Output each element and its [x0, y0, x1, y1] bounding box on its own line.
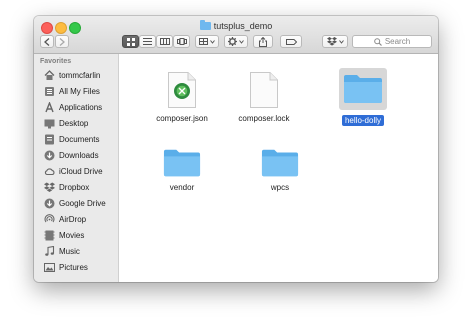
sidebar-item-downloads[interactable]: Downloads [44, 148, 118, 162]
dropbox-icon [44, 182, 55, 192]
folder-icon [344, 75, 382, 103]
window-title-text: tutsplus_demo [213, 21, 273, 31]
sidebar-item-label: All My Files [59, 86, 100, 96]
action-button[interactable] [224, 35, 248, 48]
airdrop-icon [44, 213, 55, 222]
google-drive-icon [44, 198, 55, 208]
selection-highlight [339, 68, 387, 110]
tag-icon [285, 38, 297, 45]
column-view-button[interactable] [156, 35, 173, 48]
lock-file-icon [250, 72, 278, 108]
sidebar-item-label: AirDrop [59, 214, 87, 224]
chevron-left-icon [44, 37, 50, 46]
share-icon [259, 36, 267, 47]
tags-button[interactable] [280, 35, 302, 48]
file-name: composer.lock [238, 114, 290, 123]
sidebar-item-label: Applications [59, 102, 103, 112]
documents-icon [45, 134, 54, 144]
file-name: composer.json [156, 114, 208, 123]
gear-icon [228, 37, 237, 46]
sidebar: Favorites tommcfarlin All My Files Appli… [34, 54, 119, 282]
folder-icon [261, 148, 299, 177]
cover-flow-icon [176, 38, 187, 45]
sidebar-item-label: Downloads [59, 150, 99, 160]
chevron-down-icon [338, 39, 344, 44]
sidebar-item-label: Movies [59, 230, 85, 240]
folder-item[interactable]: wpcs [240, 148, 320, 195]
back-button[interactable] [40, 35, 54, 48]
share-button[interactable] [253, 35, 273, 48]
arrange-icon [199, 38, 208, 45]
arrange-button[interactable] [195, 35, 219, 48]
window-title: tutsplus_demo [34, 20, 438, 32]
forward-button[interactable] [55, 35, 69, 48]
folder-item[interactable]: vendor [142, 148, 222, 195]
applications-icon [45, 101, 54, 112]
sidebar-item-label: Music [59, 246, 80, 256]
search-field[interactable]: Search [352, 35, 432, 48]
icon-view-button[interactable] [122, 35, 139, 48]
list-view-button[interactable] [139, 35, 156, 48]
sidebar-item-label: Documents [59, 134, 100, 144]
sidebar-item-google-drive[interactable]: Google Drive [44, 196, 118, 210]
chevron-down-icon [210, 39, 215, 44]
sidebar-item-desktop[interactable]: Desktop [44, 116, 118, 130]
dropbox-button[interactable] [322, 35, 348, 48]
home-icon [44, 69, 55, 80]
finder-window: tutsplus_demo Search Favorites tommcfarl… [34, 16, 438, 282]
title-bar: tutsplus_demo Search [34, 16, 438, 54]
sidebar-item-label: Desktop [59, 118, 89, 128]
sidebar-item-pictures[interactable]: Pictures [44, 260, 118, 274]
column-view-icon [159, 38, 170, 45]
sidebar-item-airdrop[interactable]: AirDrop [44, 212, 118, 226]
sidebar-item-label: iCloud Drive [59, 166, 103, 176]
dropbox-icon [326, 37, 337, 46]
sidebar-item-label: Pictures [59, 262, 88, 272]
sidebar-item-applications[interactable]: Applications [44, 100, 118, 114]
sidebar-item-music[interactable]: Music [44, 244, 118, 258]
sidebar-item-all-my-files[interactable]: All My Files [44, 84, 118, 98]
sidebar-item-documents[interactable]: Documents [44, 132, 118, 146]
sidebar-item-label: Google Drive [59, 198, 106, 208]
chevron-right-icon [59, 37, 65, 46]
sidebar-item-icloud-drive[interactable]: iCloud Drive [44, 164, 118, 178]
sidebar-item-label: Dropbox [59, 182, 90, 192]
chevron-down-icon [239, 39, 244, 44]
folder-item-selected[interactable]: hello-dolly [323, 68, 403, 128]
all-files-icon [45, 86, 54, 96]
movies-icon [44, 230, 55, 240]
list-view-icon [143, 38, 152, 45]
file-item[interactable]: composer.lock [224, 72, 304, 126]
pictures-icon [44, 262, 55, 272]
desktop-icon [44, 119, 55, 128]
downloads-icon [44, 150, 55, 160]
file-name: vendor [169, 183, 195, 192]
file-name: hello-dolly [341, 115, 385, 126]
sidebar-item-movies[interactable]: Movies [44, 228, 118, 242]
search-placeholder: Search [384, 37, 411, 46]
folder-icon [163, 148, 201, 177]
cloud-icon [44, 167, 55, 175]
sidebar-item-dropbox[interactable]: Dropbox [44, 180, 118, 194]
folder-icon [199, 20, 211, 30]
file-browser: composer.json composer.lock hello-dolly [120, 54, 438, 282]
sidebar-heading: Favorites [40, 58, 72, 65]
cover-flow-button[interactable] [173, 35, 190, 48]
search-icon [374, 37, 382, 46]
json-file-icon [168, 72, 196, 108]
file-item[interactable]: composer.json [142, 72, 222, 126]
sidebar-item-label: tommcfarlin [59, 70, 101, 80]
file-name: wpcs [270, 183, 290, 192]
sidebar-item-tommcfarlin[interactable]: tommcfarlin [44, 68, 118, 82]
music-icon [45, 245, 55, 256]
icon-view-icon [126, 37, 135, 46]
